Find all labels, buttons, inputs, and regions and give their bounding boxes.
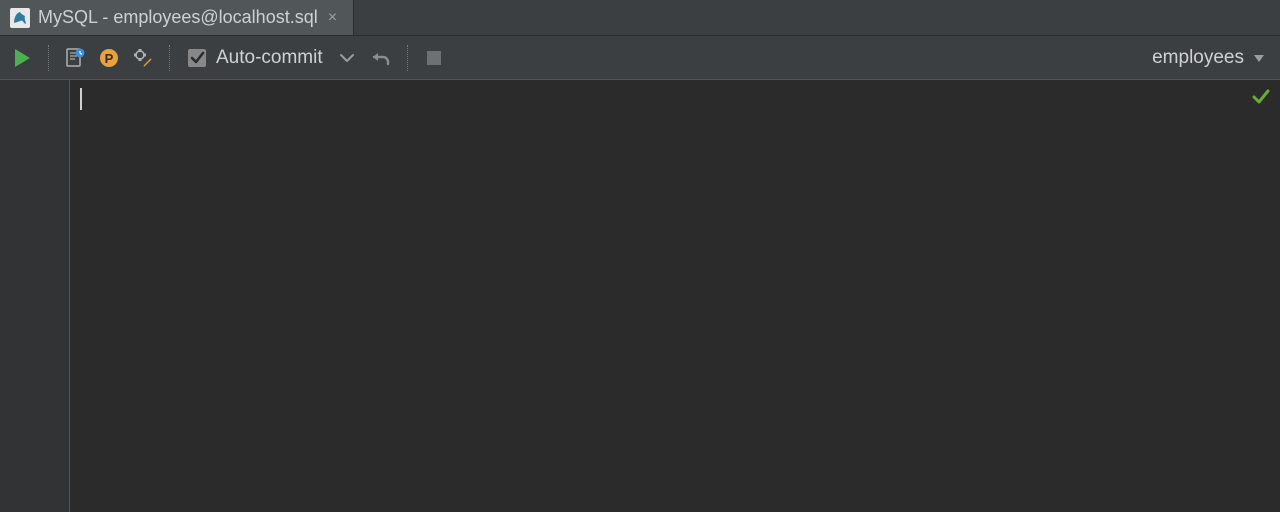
undo-icon: [370, 47, 392, 69]
toolbar: P Auto-commit: [0, 36, 1280, 80]
tab-sql-console[interactable]: MySQL - employees@localhost.sql ×: [0, 0, 354, 35]
stop-button[interactable]: [420, 44, 448, 72]
tab-bar: MySQL - employees@localhost.sql ×: [0, 0, 1280, 36]
execute-button[interactable]: [8, 44, 36, 72]
checkbox-checked-icon: [186, 47, 208, 69]
schema-name: employees: [1152, 47, 1244, 69]
auto-commit-toggle[interactable]: Auto-commit: [182, 47, 327, 69]
sql-editor[interactable]: [70, 80, 1280, 512]
stop-icon: [425, 49, 443, 67]
schema-selector[interactable]: employees: [1148, 47, 1270, 69]
explain-plan-button[interactable]: [61, 44, 89, 72]
triangle-down-icon: [1252, 51, 1266, 65]
commit-dropdown-button[interactable]: [333, 44, 361, 72]
toolbar-separator: [48, 45, 49, 71]
settings-button[interactable]: [129, 44, 157, 72]
toolbar-separator: [407, 45, 408, 71]
wrench-gear-icon: [132, 47, 154, 69]
editor-gutter[interactable]: [0, 80, 70, 512]
svg-text:P: P: [105, 51, 114, 66]
text-caret: [80, 88, 82, 110]
mysql-dolphin-icon: [10, 8, 30, 28]
chevron-down-icon: [338, 49, 356, 67]
p-badge-icon: P: [98, 47, 120, 69]
play-icon: [13, 48, 31, 68]
document-clock-icon: [64, 47, 86, 69]
rollback-button[interactable]: [367, 44, 395, 72]
analysis-ok-icon[interactable]: [1252, 88, 1270, 106]
toolbar-separator: [169, 45, 170, 71]
auto-commit-label: Auto-commit: [216, 47, 323, 69]
parameters-button[interactable]: P: [95, 44, 123, 72]
tab-title: MySQL - employees@localhost.sql: [38, 7, 318, 28]
editor-area: [0, 80, 1280, 512]
close-icon[interactable]: ×: [326, 10, 339, 26]
